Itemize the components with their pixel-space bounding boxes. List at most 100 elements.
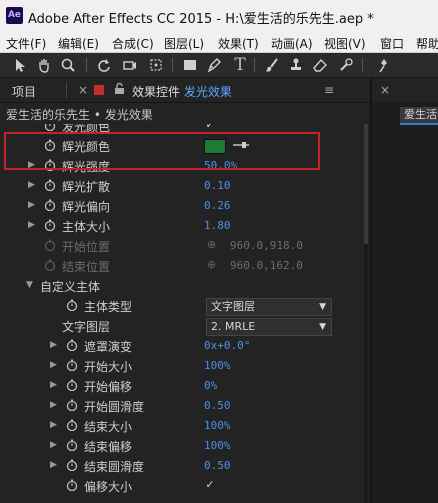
property-row-end-roundness[interactable]: ▶ 结束圆滑度 0.50: [0, 456, 364, 476]
menu-edit[interactable]: 编辑(E): [58, 35, 99, 52]
pan-behind-tool-icon[interactable]: [148, 57, 164, 73]
rotate-tool-icon[interactable]: [96, 57, 112, 73]
toolbar-divider: [172, 58, 173, 72]
property-row-end-size[interactable]: ▶ 结束大小 100%: [0, 416, 364, 436]
brush-tool-icon[interactable]: [264, 57, 280, 73]
scrollbar-thumb[interactable]: [364, 124, 368, 244]
expand-arrow-icon[interactable]: ▶: [50, 400, 58, 410]
property-row-source-type[interactable]: 主体类型 文字图层 ▼: [0, 296, 364, 316]
expand-arrow-icon[interactable]: ▶: [28, 220, 36, 230]
stopwatch-icon[interactable]: [44, 219, 56, 231]
menu-animation[interactable]: 动画(A): [271, 35, 313, 52]
stopwatch-icon[interactable]: [66, 339, 78, 351]
menu-help[interactable]: 帮助: [416, 35, 438, 52]
expand-arrow-icon[interactable]: ▶: [50, 380, 58, 390]
property-row-glow-intensity[interactable]: ▶ 辉光强度 50.0%: [0, 156, 364, 176]
property-value[interactable]: 0x+0.0°: [204, 339, 250, 352]
property-group-custom-source[interactable]: ▼ 自定义主体: [0, 276, 364, 296]
camera-tool-icon[interactable]: [122, 57, 138, 73]
menu-composition[interactable]: 合成(C): [112, 35, 154, 52]
lock-icon[interactable]: [114, 82, 125, 98]
property-row-start-size[interactable]: ▶ 开始大小 100%: [0, 356, 364, 376]
stopwatch-icon[interactable]: [66, 379, 78, 391]
dropdown-value: 文字图层: [211, 300, 255, 313]
stopwatch-icon[interactable]: [44, 159, 56, 171]
stopwatch-icon[interactable]: [44, 199, 56, 211]
close-icon[interactable]: ×: [78, 83, 88, 97]
selection-tool-icon[interactable]: [12, 57, 28, 73]
menu-file[interactable]: 文件(F): [6, 35, 46, 52]
stopwatch-icon[interactable]: [44, 139, 56, 151]
stopwatch-icon[interactable]: [66, 439, 78, 451]
stopwatch-icon[interactable]: [44, 124, 56, 131]
property-row[interactable]: 发光颜色 ✓: [0, 124, 364, 136]
property-label: 结束大小: [84, 420, 133, 434]
property-value[interactable]: 1.80: [204, 219, 231, 232]
stopwatch-icon[interactable]: [66, 399, 78, 411]
property-value[interactable]: 100%: [204, 419, 231, 432]
menu-window[interactable]: 窗口: [380, 35, 404, 52]
expand-arrow-icon[interactable]: ▶: [28, 200, 36, 210]
stopwatch-icon[interactable]: [44, 179, 56, 191]
stopwatch-icon[interactable]: [66, 299, 78, 311]
breadcrumb: 爱生活的乐先生 • 发光效果: [0, 104, 368, 124]
puppet-pin-tool-icon[interactable]: [376, 57, 392, 73]
property-value[interactable]: 100%: [204, 439, 231, 452]
property-value[interactable]: 0.50: [204, 399, 231, 412]
property-row-text-layer[interactable]: 文字图层 2. MRLE ▼: [0, 316, 364, 336]
glow-color-swatch[interactable]: [204, 139, 226, 154]
property-row-mask-evolution[interactable]: ▶ 遮罩演变 0x+0.0°: [0, 336, 364, 356]
property-label: 结束位置: [62, 260, 111, 274]
expand-arrow-icon[interactable]: ▶: [50, 440, 58, 450]
checkbox[interactable]: ✓: [204, 479, 216, 491]
tab-effect-controls[interactable]: × 效果控件 发光效果 ≡: [78, 78, 334, 102]
collapse-arrow-icon[interactable]: ▼: [26, 280, 34, 290]
property-value[interactable]: 0.26: [204, 199, 231, 212]
property-row-start-offset[interactable]: ▶ 开始偏移 0%: [0, 376, 364, 396]
source-type-dropdown[interactable]: 文字图层 ▼: [206, 298, 332, 316]
panel-menu-icon[interactable]: ≡: [324, 83, 334, 97]
menu-view[interactable]: 视图(V): [324, 35, 366, 52]
scrollbar[interactable]: [364, 124, 368, 503]
property-value: 960.0,918.0: [230, 239, 303, 252]
stopwatch-icon[interactable]: [66, 459, 78, 471]
pen-tool-icon[interactable]: [206, 57, 222, 73]
composition-tab[interactable]: 爱生活的乐先生: [400, 107, 438, 123]
property-value[interactable]: 0%: [204, 379, 217, 392]
type-tool-icon[interactable]: T: [232, 57, 248, 74]
close-icon[interactable]: ×: [380, 83, 390, 97]
crosshair-icon: ⊕: [207, 238, 217, 251]
checkbox[interactable]: ✓: [204, 124, 216, 131]
menu-effect[interactable]: 效果(T): [218, 35, 259, 52]
text-layer-dropdown[interactable]: 2. MRLE ▼: [206, 318, 332, 336]
property-row-glow-spread[interactable]: ▶ 辉光扩散 0.10: [0, 176, 364, 196]
eraser-tool-icon[interactable]: [312, 57, 328, 73]
stopwatch-icon[interactable]: [66, 419, 78, 431]
property-row-glow-bias[interactable]: ▶ 辉光偏向 0.26: [0, 196, 364, 216]
property-value[interactable]: 50.0%: [204, 159, 237, 172]
clone-stamp-tool-icon[interactable]: [288, 57, 304, 73]
property-row-end-offset[interactable]: ▶ 结束偏移 100%: [0, 436, 364, 456]
zoom-tool-icon[interactable]: [60, 57, 76, 73]
hand-tool-icon[interactable]: [36, 57, 52, 73]
expand-arrow-icon[interactable]: ▶: [50, 360, 58, 370]
stopwatch-icon[interactable]: [66, 479, 78, 491]
mask-tool-icon[interactable]: [182, 57, 198, 73]
expand-arrow-icon[interactable]: ▶: [28, 180, 36, 190]
eyedropper-icon[interactable]: [232, 138, 250, 155]
expand-arrow-icon[interactable]: ▶: [28, 160, 36, 170]
property-row-start-roundness[interactable]: ▶ 开始圆滑度 0.50: [0, 396, 364, 416]
expand-arrow-icon[interactable]: ▶: [50, 460, 58, 470]
expand-arrow-icon[interactable]: ▶: [50, 420, 58, 430]
layer-color-swatch: [94, 85, 104, 95]
menu-layer[interactable]: 图层(L): [164, 35, 204, 52]
roto-brush-tool-icon[interactable]: [338, 57, 354, 73]
stopwatch-icon[interactable]: [66, 359, 78, 371]
property-value[interactable]: 0.10: [204, 179, 231, 192]
property-value[interactable]: 0.50: [204, 459, 231, 472]
property-row-glow-color[interactable]: 辉光颜色: [0, 136, 364, 156]
property-row-offset-size[interactable]: 偏移大小 ✓: [0, 476, 364, 496]
property-value[interactable]: 100%: [204, 359, 231, 372]
expand-arrow-icon[interactable]: ▶: [50, 340, 58, 350]
property-row-source-size[interactable]: ▶ 主体大小 1.80: [0, 216, 364, 236]
